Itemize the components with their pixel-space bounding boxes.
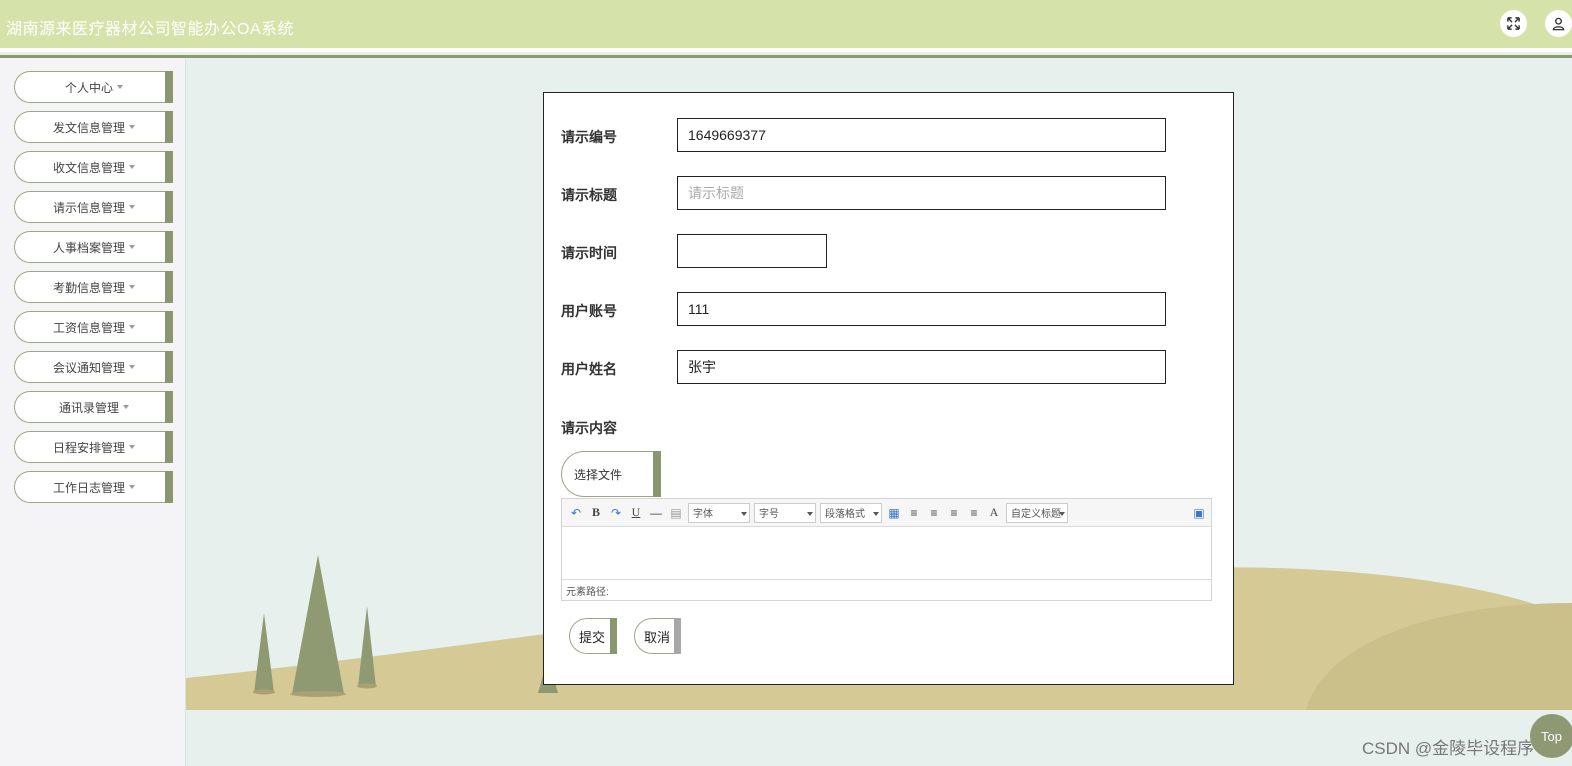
caret-down-icon [129,325,135,329]
request-time-label: 请示时间 [561,245,617,261]
request-title-label: 请示标题 [561,187,617,203]
horizontal-rule-icon[interactable]: — [646,503,666,523]
tree-icon [358,606,376,687]
cancel-button[interactable]: 取消 [634,618,681,654]
caret-down-icon [129,165,135,169]
sidebar-item-contacts[interactable]: 通讯录管理 [14,391,173,423]
paragraph-format-select[interactable]: 段落格式 [820,502,882,523]
app-title: 湖南源来医疗器材公司智能办公OA系统 [6,21,295,38]
sidebar-item-requests[interactable]: 请示信息管理 [14,191,173,223]
table-icon[interactable]: ▦ [884,503,904,523]
caret-down-icon [129,365,135,369]
sidebar-item-label: 人事档案管理 [52,240,125,255]
caret-down-icon [129,485,135,489]
user-account-input[interactable]: 111 [677,292,1166,326]
caret-down-icon [123,405,129,409]
app-header: 湖南源来医疗器材公司智能办公OA系统 [0,0,1572,52]
sidebar-item-label: 收文信息管理 [52,160,125,175]
sidebar-item-label: 考勤信息管理 [52,280,125,295]
page-icon[interactable]: ▤ [666,503,686,523]
request-content-label: 请示内容 [561,420,617,436]
caret-down-icon [129,245,135,249]
sidebar-item-label: 工作日志管理 [52,480,125,495]
request-no-input[interactable]: 1649669377 [677,118,1166,152]
caret-down-icon [117,85,123,89]
caret-down-icon [129,205,135,209]
sidebar-item-work-log[interactable]: 工作日志管理 [14,471,173,503]
request-time-input[interactable] [677,234,827,268]
user-name-label: 用户姓名 [561,361,617,377]
caret-down-icon [129,125,135,129]
redo-icon[interactable]: ↷ [606,503,626,523]
undo-icon[interactable]: ↶ [566,503,586,523]
align-justify-icon[interactable]: ≡ [964,503,984,523]
user-icon[interactable] [1545,10,1572,37]
font-size-select[interactable]: 字号 [754,502,816,523]
request-title-input[interactable]: 请示标题 [677,176,1166,210]
request-form-panel: 请示编号 1649669377 请示标题 请示标题 请示时间 用户账号 111 … [543,92,1234,685]
sidebar-item-schedule[interactable]: 日程安排管理 [14,431,173,463]
font-color-icon[interactable]: A [984,503,1004,523]
align-left-icon[interactable]: ≡ [904,503,924,523]
choose-file-button[interactable]: 选择文件 [561,451,661,497]
editor-status-bar: 元素路径: [562,579,1211,600]
sidebar-item-label: 个人中心 [64,80,113,95]
sidebar-item-salary[interactable]: 工资信息管理 [14,311,173,343]
tree-icon [254,613,274,693]
tree-icon [292,555,344,694]
sidebar-item-hr-records[interactable]: 人事档案管理 [14,231,173,263]
request-no-label: 请示编号 [561,129,617,145]
sidebar-item-meeting-notices[interactable]: 会议通知管理 [14,351,173,383]
fullscreen-editor-icon[interactable]: ▣ [1189,503,1209,523]
sidebar: 个人中心 发文信息管理 收文信息管理 请示信息管理 人事档案管理 考勤信息管理 … [0,58,186,766]
align-right-icon[interactable]: ≡ [924,503,944,523]
underline-icon[interactable]: U [626,503,646,523]
sidebar-item-label: 发文信息管理 [52,120,125,135]
sidebar-item-label: 通讯录管理 [58,400,119,415]
rich-text-editor: ↶ B ↷ U — ▤ 字体 字号 段落格式 ▦ ≡ ≡ ≡ ≡ A 自定义标题… [561,498,1212,601]
caret-down-icon [129,285,135,289]
caret-down-icon [129,445,135,449]
user-name-input[interactable]: 张宇 [677,350,1166,384]
sidebar-item-label: 请示信息管理 [52,200,125,215]
sidebar-item-incoming-docs[interactable]: 收文信息管理 [14,151,173,183]
align-center-icon[interactable]: ≡ [944,503,964,523]
watermark-text: CSDN @金陵毕设程序 [1362,739,1535,758]
editor-toolbar: ↶ B ↷ U — ▤ 字体 字号 段落格式 ▦ ≡ ≡ ≡ ≡ A 自定义标题… [562,499,1211,527]
back-to-top-button[interactable]: Top [1530,714,1572,758]
sidebar-item-label: 日程安排管理 [52,440,125,455]
editor-content-area[interactable] [562,527,1211,579]
sidebar-item-personal-center[interactable]: 个人中心 [14,71,173,103]
submit-button[interactable]: 提交 [569,618,617,654]
user-account-label: 用户账号 [561,303,617,319]
font-family-select[interactable]: 字体 [688,502,750,523]
bold-icon[interactable]: B [586,503,606,523]
sidebar-item-attendance[interactable]: 考勤信息管理 [14,271,173,303]
fullscreen-icon[interactable] [1500,10,1527,37]
sidebar-item-label: 会议通知管理 [52,360,125,375]
sidebar-item-outgoing-docs[interactable]: 发文信息管理 [14,111,173,143]
custom-title-select[interactable]: 自定义标题 [1006,502,1068,523]
sidebar-item-label: 工资信息管理 [52,320,125,335]
